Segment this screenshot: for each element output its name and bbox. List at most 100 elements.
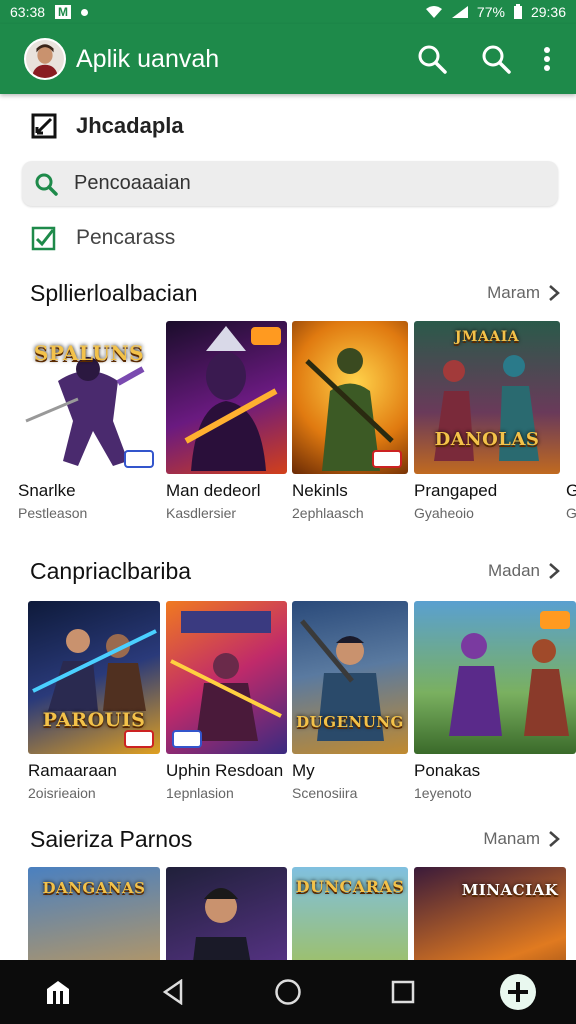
game-title: Man dedeorl xyxy=(166,481,261,500)
section-title: Canpriaclbariba xyxy=(30,557,192,584)
game-thumbnail xyxy=(166,601,287,754)
game-thumbnail: DUGENUNG xyxy=(292,601,408,754)
game-art xyxy=(300,619,384,741)
game-title: Ponakas xyxy=(414,761,481,780)
notification-dot-icon xyxy=(81,8,89,16)
menu-item-pencarass[interactable]: Pencarass xyxy=(22,216,558,260)
game-thumbnail xyxy=(292,321,408,474)
chevron-right-icon xyxy=(549,563,560,579)
see-more-label: Manam xyxy=(483,829,540,848)
game-thumbnail xyxy=(566,321,576,474)
menu-header-item[interactable]: Jhcadapla xyxy=(22,104,558,148)
game-thumbnail xyxy=(414,601,576,754)
more-vert-icon xyxy=(544,47,550,71)
game-thumbnail: SPALUNS xyxy=(18,321,160,474)
recents-square-icon xyxy=(391,980,415,1004)
section-title: Spllierloalbacian xyxy=(30,279,198,306)
status-time-left: 63:38 xyxy=(10,4,46,20)
search-icon xyxy=(482,45,511,74)
plus-circle-icon xyxy=(500,974,537,1010)
home-tab-button[interactable] xyxy=(28,962,88,1022)
game-subtitle: 1epnlasion xyxy=(166,785,234,801)
search-button[interactable] xyxy=(406,33,458,85)
game-subtitle: Pestleason xyxy=(18,505,88,521)
game-subtitle: 2oisrieaion xyxy=(28,785,96,801)
see-more-link[interactable]: Manam xyxy=(483,829,560,849)
game-card[interactable]: DUGENUNG My Scenosiira xyxy=(292,601,408,801)
game-title: Prangaped xyxy=(414,481,498,500)
card-row: SPALUNS Snarlke Pestleason Man dedeorl K… xyxy=(0,321,576,531)
system-nav-bar xyxy=(0,960,576,1024)
game-thumbnail: MINACIAK xyxy=(414,867,566,960)
recents-button[interactable] xyxy=(373,962,433,1022)
badge-icon xyxy=(372,450,402,468)
game-art-title: MINACIAK xyxy=(461,881,559,899)
back-button[interactable] xyxy=(143,962,203,1022)
app-title: Aplik uanvah xyxy=(76,44,220,73)
game-card[interactable]: SPALUNS Snarlke Pestleason xyxy=(18,321,160,521)
search-input[interactable]: Pencoaaaian xyxy=(22,161,558,206)
see-more-link[interactable]: Maram xyxy=(487,283,560,303)
badge-icon xyxy=(251,327,281,345)
game-card[interactable]: Ponakas 1eyenoto xyxy=(414,601,576,801)
game-art-title: DUGENUNG xyxy=(296,713,404,731)
game-art xyxy=(193,888,251,960)
game-thumbnail xyxy=(166,867,287,960)
section-title: Saieriza Parnos xyxy=(30,825,193,852)
game-card[interactable]: DANGANAS xyxy=(28,867,160,960)
game-subtitle: 2ephlaasch xyxy=(292,505,364,521)
game-title: Uphin Resdoan xyxy=(166,761,284,780)
game-title: Snarlke xyxy=(18,481,76,500)
game-subtitle: G xyxy=(566,505,576,521)
game-title: My xyxy=(292,761,315,780)
game-subtitle: Kasdlersier xyxy=(166,505,237,521)
menu-item-label: Pencarass xyxy=(76,226,176,249)
game-art-top-label: JMAAIA xyxy=(454,329,520,345)
game-title: Ramaaraan xyxy=(28,761,117,780)
see-more-label: Madan xyxy=(488,561,540,580)
see-more-link[interactable]: Madan xyxy=(488,561,560,581)
card-row: DANGANAS DUNCARAS MINACIAK xyxy=(0,867,576,960)
menu-header-label: Jhcadapla xyxy=(76,113,184,138)
game-title: G xyxy=(566,481,576,500)
badge-icon xyxy=(124,450,154,468)
game-thumbnail: DUNCARAS xyxy=(292,867,408,960)
game-card[interactable]: JMAAIA DANOLAS Prangaped Gyaheoio xyxy=(414,321,560,521)
battery-icon xyxy=(513,4,522,19)
game-card[interactable]: Man dedeorl Kasdlersier xyxy=(166,321,287,521)
home-icon xyxy=(46,981,69,1004)
game-subtitle: Scenosiira xyxy=(292,785,358,801)
game-card[interactable]: G G xyxy=(566,321,576,521)
edit-icon xyxy=(30,112,58,140)
game-art-title: DUNCARAS xyxy=(295,877,405,896)
avatar[interactable] xyxy=(24,38,66,80)
game-title: Nekinls xyxy=(292,481,348,500)
game-card[interactable]: Nekinls 2ephlaasch xyxy=(292,321,408,521)
search-placeholder: Pencoaaaian xyxy=(74,172,191,194)
search-icon xyxy=(32,170,60,198)
chevron-right-icon xyxy=(549,831,560,847)
game-card[interactable]: MINACIAK xyxy=(414,867,566,960)
badge-icon xyxy=(172,730,202,748)
game-art-title: PAROUIS xyxy=(42,709,146,731)
status-bar: 63:38 M 77% 29:36 xyxy=(0,0,576,24)
notification-m-icon: M xyxy=(55,5,72,19)
search-button-secondary[interactable] xyxy=(470,33,522,85)
add-button[interactable] xyxy=(488,962,548,1022)
badge-icon xyxy=(540,611,570,629)
wifi-icon xyxy=(425,6,442,18)
section-header: Saieriza Parnos Manam xyxy=(30,823,560,855)
overflow-menu-button[interactable] xyxy=(532,33,562,85)
game-card[interactable] xyxy=(166,867,287,960)
game-thumbnail: JMAAIA DANOLAS xyxy=(414,321,560,474)
checkbox-icon xyxy=(30,224,58,252)
game-card[interactable]: Uphin Resdoan 1epnlasion xyxy=(166,601,287,801)
game-thumbnail: DANGANAS xyxy=(28,867,160,960)
search-icon xyxy=(418,45,447,74)
game-card[interactable]: DUNCARAS xyxy=(292,867,408,960)
signal-icon xyxy=(451,6,468,18)
game-art-title: DANGANAS xyxy=(42,879,146,897)
home-button[interactable] xyxy=(258,962,318,1022)
game-card[interactable]: PAROUIS Ramaaraan 2oisrieaion xyxy=(28,601,160,801)
battery-percent: 77% xyxy=(476,4,505,20)
